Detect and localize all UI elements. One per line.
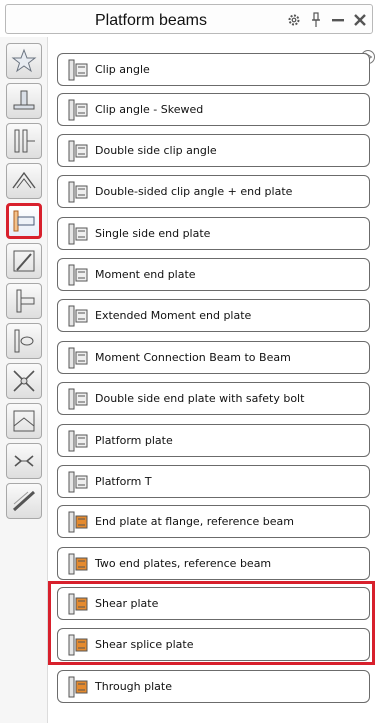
window-controls: [286, 8, 368, 32]
connection-item[interactable]: Moment Connection Beam to Beam: [57, 341, 370, 374]
minimize-icon[interactable]: [330, 10, 346, 30]
roof-apex-icon[interactable]: [6, 163, 42, 199]
title-frame: Platform beams: [5, 4, 373, 34]
connection-item[interactable]: Double side end plate with safety bolt: [57, 382, 370, 415]
single-side-end-plate-icon: [66, 222, 90, 246]
pipe-connection-icon[interactable]: [6, 323, 42, 359]
connection-item[interactable]: Double side clip angle: [57, 134, 370, 167]
through-plate-icon: [66, 675, 90, 699]
connection-item-label: Moment Connection Beam to Beam: [95, 351, 291, 364]
moment-end-plate-icon: [66, 263, 90, 287]
connection-item-label: Single side end plate: [95, 227, 211, 240]
connection-item-label: Through plate: [95, 680, 172, 693]
purlin-icon[interactable]: [6, 403, 42, 439]
platform-beams-icon[interactable]: [6, 203, 42, 239]
connection-item-label: Double side end plate with safety bolt: [95, 392, 305, 405]
shear-splice-plate-icon: [66, 633, 90, 657]
column-beam-icon[interactable]: [6, 123, 42, 159]
title-bar: Platform beams: [0, 0, 378, 37]
close-icon[interactable]: [352, 10, 368, 30]
window-title: Platform beams: [94, 12, 208, 29]
connection-item-label: End plate at flange, reference beam: [95, 515, 294, 528]
connection-item[interactable]: Shear splice plate: [57, 628, 370, 661]
double-end-plate-safety-bolt-icon: [66, 387, 90, 411]
splice-icon[interactable]: [6, 443, 42, 479]
cross-bracing-icon[interactable]: [6, 363, 42, 399]
connection-item[interactable]: Platform T: [57, 465, 370, 498]
end-plate-flange-icon: [66, 510, 90, 534]
connection-item[interactable]: Clip angle - Skewed: [57, 93, 370, 126]
favorites-star-icon[interactable]: [6, 43, 42, 79]
shear-plate-icon: [66, 592, 90, 616]
platform-t-icon: [66, 470, 90, 494]
connection-item[interactable]: Shear plate: [57, 587, 370, 620]
connection-item-label: Double-sided clip angle + end plate: [95, 185, 293, 198]
connection-item-label: Extended Moment end plate: [95, 309, 252, 322]
connection-item-label: Platform plate: [95, 434, 173, 447]
extended-moment-end-plate-icon: [66, 304, 90, 328]
connection-item[interactable]: Single side end plate: [57, 217, 370, 250]
connection-item[interactable]: Clip angle: [57, 53, 370, 86]
connection-item[interactable]: Platform plate: [57, 424, 370, 457]
connection-item[interactable]: Through plate: [57, 670, 370, 703]
connection-item-label: Clip angle - Skewed: [95, 103, 204, 116]
clip-angle-icon: [66, 58, 90, 82]
connection-list-panel: Clip angle Clip angle - Skewed Double side…: [48, 37, 378, 723]
moment-connection-beam-icon: [66, 346, 90, 370]
connection-item-label: Shear plate: [95, 597, 159, 610]
base-plate-icon[interactable]: [6, 83, 42, 119]
beam-to-column-icon[interactable]: [6, 283, 42, 319]
connection-item[interactable]: End plate at flange, reference beam: [57, 505, 370, 538]
two-end-plates-icon: [66, 552, 90, 576]
platform-plate-icon: [66, 429, 90, 453]
category-sidebar: [0, 37, 48, 723]
pin-icon[interactable]: [308, 10, 324, 30]
connection-item-label: Double side clip angle: [95, 144, 217, 157]
bracing-icon[interactable]: [6, 243, 42, 279]
connection-item-label: Platform T: [95, 475, 152, 488]
double-side-clip-angle-icon: [66, 139, 90, 163]
clip-angle-skewed-icon: [66, 98, 90, 122]
connection-item-label: Two end plates, reference beam: [95, 557, 272, 570]
connection-item-label: Moment end plate: [95, 268, 196, 281]
gear-icon[interactable]: [286, 10, 302, 30]
connection-item-label: Shear splice plate: [95, 638, 194, 651]
diagonal-member-icon[interactable]: [6, 483, 42, 519]
double-clip-angle-end-plate-icon: [66, 180, 90, 204]
connection-item[interactable]: Double-sided clip angle + end plate: [57, 175, 370, 208]
connection-item[interactable]: Extended Moment end plate: [57, 299, 370, 332]
connection-item[interactable]: Moment end plate: [57, 258, 370, 291]
connection-item[interactable]: Two end plates, reference beam: [57, 547, 370, 580]
connection-item-label: Clip angle: [95, 63, 150, 76]
